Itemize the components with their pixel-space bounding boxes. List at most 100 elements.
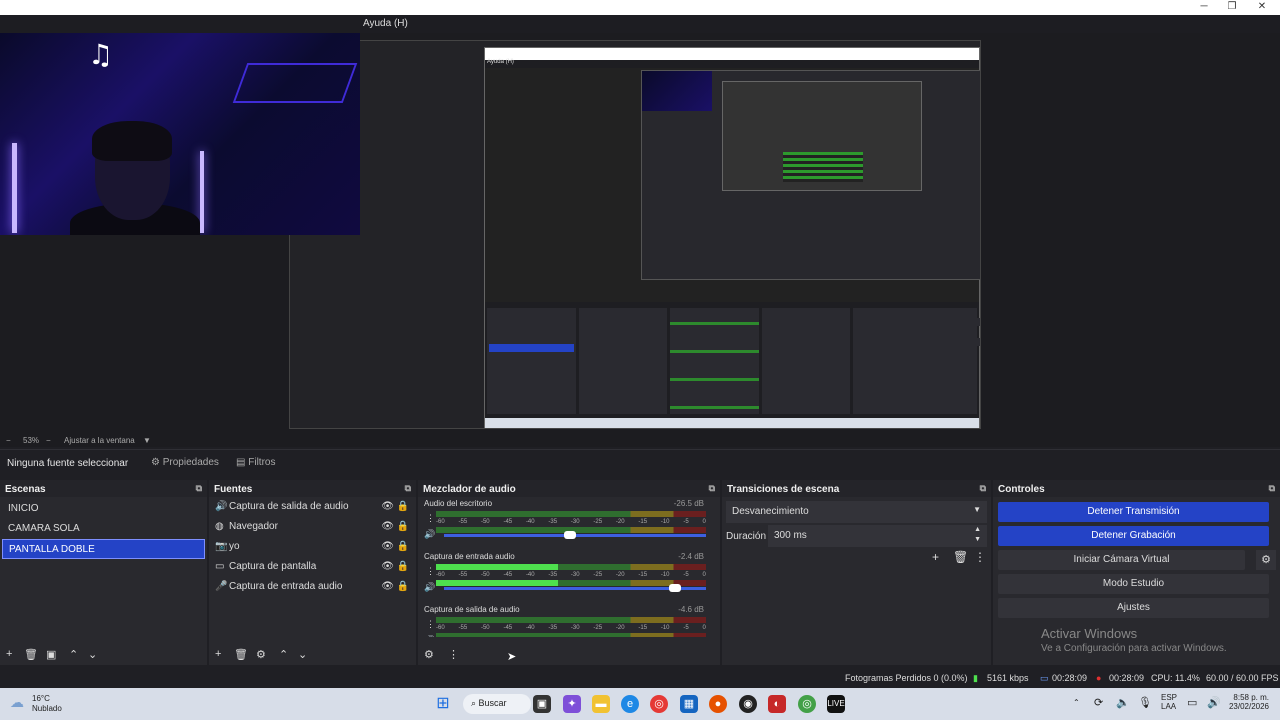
eye-icon[interactable]: 👁: [381, 541, 394, 552]
gear-icon[interactable]: ⚙: [256, 648, 266, 661]
meter-ticks: -60 -55 -50 -45 -40 -35 -30 -25 -20 -15 -10 -5 0: [436, 625, 706, 633]
speaker-icon[interactable]: 🔈: [1116, 696, 1130, 709]
preview-area[interactable]: Ayuda (H) ♫: [0, 33, 1280, 433]
filter-icon[interactable]: ▣: [46, 648, 56, 661]
move-up-icon[interactable]: ⌃: [69, 648, 78, 661]
source-item[interactable]: 🎤 Captura de entrada audio 👁 🔒: [209, 577, 416, 597]
spin-down-icon[interactable]: ▼: [974, 536, 981, 543]
task-view-icon[interactable]: ▣: [533, 695, 551, 713]
close-button[interactable]: ✕: [1254, 1, 1270, 12]
tick-label: -55: [458, 625, 468, 631]
tick-label: -60: [436, 519, 445, 525]
studio-mode-button[interactable]: Modo Estudio: [998, 574, 1269, 594]
firefox-icon[interactable]: ●: [709, 695, 727, 713]
windows-start-icon[interactable]: ⊞: [434, 695, 452, 713]
lock-icon[interactable]: 🔒: [397, 521, 409, 532]
volume-icon[interactable]: 🔊: [1207, 696, 1221, 709]
more-menu-icon[interactable]: ⋮: [974, 550, 986, 564]
copilot-icon[interactable]: ✦: [563, 695, 581, 713]
add-icon[interactable]: +: [215, 648, 221, 660]
app-red-icon[interactable]: ◐: [768, 695, 786, 713]
speaker-icon[interactable]: 🔊: [424, 635, 435, 637]
stop-record-button[interactable]: Detener Grabación: [998, 526, 1269, 546]
lock-icon[interactable]: 🔒: [397, 541, 409, 552]
source-item[interactable]: ▭ Captura de pantalla 👁 🔒: [209, 557, 416, 577]
network-icon[interactable]: ▭: [1187, 696, 1197, 709]
file-explorer-icon[interactable]: ▬: [592, 695, 610, 713]
weather-temp: 16°C: [32, 694, 50, 703]
chrome-icon[interactable]: ◎: [650, 695, 668, 713]
eye-icon[interactable]: 👁: [381, 521, 394, 532]
slider-knob[interactable]: [563, 531, 576, 539]
source-item[interactable]: 📷 yo 👁 🔒: [209, 537, 416, 557]
weather-widget[interactable]: ☁ 16°C Nublado: [10, 694, 62, 713]
more-menu-icon[interactable]: ⋮: [426, 619, 435, 630]
undock-icon[interactable]: ⧉: [980, 483, 986, 494]
more-menu-icon[interactable]: ⋮: [426, 513, 435, 524]
eye-icon[interactable]: 👁: [381, 561, 394, 572]
nested-obs-capture-2: [641, 70, 980, 280]
live-app-icon[interactable]: LIVE: [827, 695, 845, 713]
zoom-level[interactable]: 53%: [23, 436, 39, 445]
more-menu-icon[interactable]: ⋮: [448, 648, 459, 661]
scene-item[interactable]: CAMARA SOLA: [2, 519, 205, 539]
obs-icon[interactable]: ◉: [739, 695, 757, 713]
undock-icon[interactable]: ⧉: [405, 483, 411, 494]
slider-knob[interactable]: [668, 584, 681, 592]
microphone-icon: 🎤: [215, 581, 228, 592]
add-icon[interactable]: +: [932, 550, 939, 564]
eye-icon[interactable]: 👁: [381, 501, 394, 512]
scene-item[interactable]: PANTALLA DOBLE: [2, 539, 205, 559]
tick-label: 0: [702, 625, 706, 631]
menu-help[interactable]: Ayuda (H): [363, 18, 408, 29]
properties-button[interactable]: ⚙ Propiedades: [151, 457, 219, 468]
undock-icon[interactable]: ⧉: [196, 483, 202, 494]
volume-slider[interactable]: [444, 584, 706, 592]
stop-stream-button[interactable]: Detener Transmisión: [998, 502, 1269, 522]
filters-button[interactable]: ▤ Filtros: [236, 457, 275, 468]
spin-up-icon[interactable]: ▲: [974, 526, 981, 533]
trash-icon[interactable]: 🗑: [234, 648, 248, 661]
lock-icon[interactable]: 🔒: [397, 581, 409, 592]
preview-canvas[interactable]: Ayuda (H): [289, 40, 981, 429]
lock-icon[interactable]: 🔒: [397, 501, 409, 512]
source-item[interactable]: 🔊 Captura de salida de audio 👁 🔒: [209, 497, 416, 517]
chevron-down-icon[interactable]: ▼: [143, 436, 151, 445]
clock[interactable]: 8:58 p. m. 23/02/2026: [1227, 693, 1269, 711]
speaker-icon[interactable]: 🔊: [424, 529, 435, 540]
chevron-down-icon: ▼: [973, 505, 981, 514]
advanced-audio-icon[interactable]: ⚙: [424, 648, 434, 661]
settings-button[interactable]: Ajustes: [998, 598, 1269, 618]
undock-icon[interactable]: ⧉: [709, 483, 715, 494]
move-down-icon[interactable]: ⌄: [88, 648, 97, 661]
language-ime[interactable]: ESP LAA: [1161, 693, 1177, 711]
transition-select[interactable]: Desvanecimiento ▼: [726, 501, 987, 523]
more-menu-icon[interactable]: ⋮: [426, 566, 435, 577]
gear-icon[interactable]: ⚙: [1256, 550, 1276, 570]
source-item[interactable]: ◍ Navegador 👁 🔒: [209, 517, 416, 537]
volume-slider[interactable]: [444, 531, 706, 539]
microphone-icon[interactable]: 🎙: [1138, 696, 1152, 709]
move-down-icon[interactable]: ⌄: [298, 648, 307, 661]
scene-item[interactable]: INICIO: [2, 499, 205, 519]
chrome-profile-icon[interactable]: ◎: [798, 695, 816, 713]
lock-icon[interactable]: 🔒: [397, 561, 409, 572]
minimize-button[interactable]: ─: [1196, 1, 1212, 12]
trash-icon[interactable]: 🗑: [24, 648, 38, 661]
trash-icon[interactable]: 🗑: [953, 550, 968, 564]
search-box[interactable]: ⌕ Buscar: [463, 694, 531, 714]
sync-icon[interactable]: ⟳: [1094, 696, 1103, 709]
speaker-icon[interactable]: 🔊: [424, 582, 435, 593]
store-icon[interactable]: ▦: [680, 695, 698, 713]
tick-label: -5: [683, 625, 689, 631]
maximize-button[interactable]: ❐: [1224, 1, 1240, 12]
fit-window-label[interactable]: Ajustar a la ventana: [64, 436, 135, 445]
undock-icon[interactable]: ⧉: [1269, 483, 1275, 494]
add-icon[interactable]: +: [6, 648, 12, 660]
duration-field[interactable]: 300 ms ▲ ▼: [768, 525, 987, 547]
edge-icon[interactable]: e: [621, 695, 639, 713]
eye-icon[interactable]: 👁: [381, 581, 394, 592]
move-up-icon[interactable]: ⌃: [279, 648, 288, 661]
chevron-up-icon[interactable]: ⌃: [1073, 698, 1080, 707]
virtual-camera-button[interactable]: Iniciar Cámara Virtual: [998, 550, 1245, 570]
